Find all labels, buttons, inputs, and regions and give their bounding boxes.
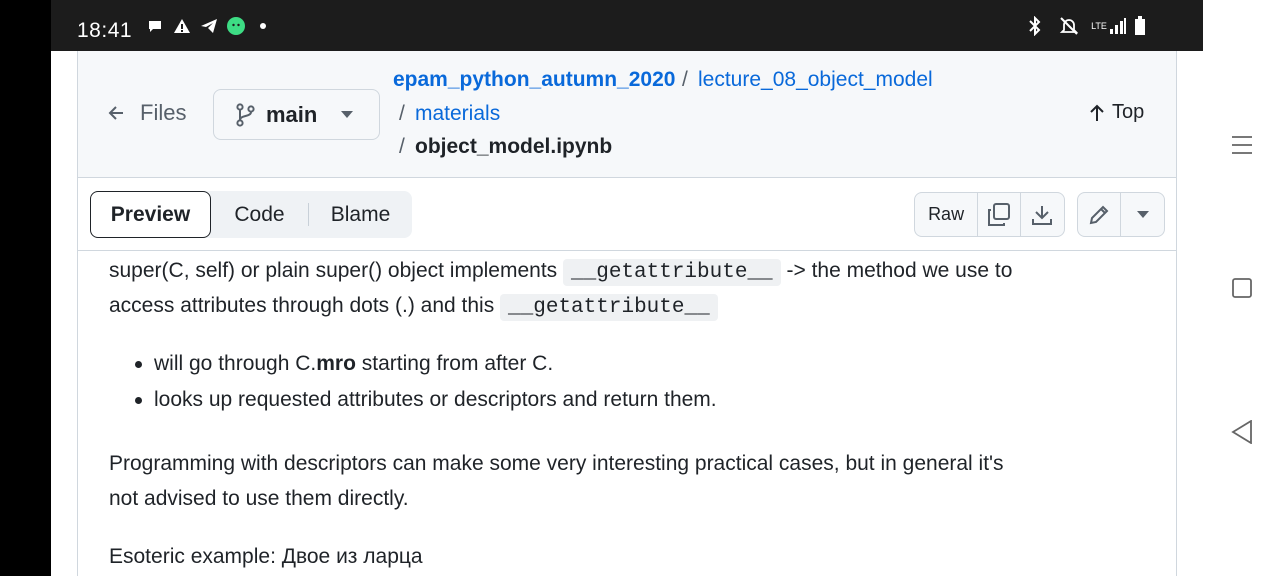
paragraph-line: Esoteric example: Двое из ларца: [109, 545, 423, 568]
text: starting from after C.: [361, 352, 554, 375]
copy-icon: [987, 202, 1010, 226]
triangle-back-icon[interactable]: [1231, 419, 1253, 449]
telegram-icon: [200, 16, 218, 36]
arrow-left-icon: [108, 106, 123, 120]
square-icon[interactable]: [1232, 278, 1252, 303]
tab-preview[interactable]: Preview: [90, 191, 211, 238]
branch-selector-button[interactable]: main: [213, 89, 380, 140]
dot-icon: [259, 16, 267, 36]
copy-button[interactable]: [978, 193, 1021, 236]
text: -> the method we use to: [786, 259, 1013, 282]
paragraph-line: access attributes through dots (.) and t…: [109, 288, 718, 325]
status-time: 18:41: [77, 19, 133, 42]
edit-button[interactable]: [1078, 193, 1122, 236]
paragraph-line: super(C, self) or plain super() object i…: [109, 253, 1012, 290]
arrow-up-icon: [1090, 104, 1104, 121]
bold-text: mro: [316, 352, 356, 375]
files-back-link[interactable]: Files: [106, 100, 186, 126]
tab-blame[interactable]: Blame: [309, 191, 412, 238]
lte-label: LTE: [1091, 20, 1107, 31]
signal-icon: [1109, 16, 1127, 36]
inline-code: __getattribute__: [500, 294, 718, 321]
caret-down-icon: [1136, 210, 1149, 218]
raw-button[interactable]: Raw: [915, 193, 979, 236]
bluetooth-icon: [1027, 16, 1043, 36]
breadcrumb-repo-link[interactable]: epam_python_autumn_2020: [393, 68, 675, 92]
inline-code: __getattribute__: [563, 259, 781, 286]
page: Files main epam_python_autumn_2020 / lec…: [51, 51, 1203, 576]
caret-down-icon: [341, 110, 354, 118]
text: super(C, self) or plain super() object i…: [109, 259, 558, 282]
paragraph-line: Programming with descriptors can make so…: [109, 452, 1004, 475]
edit-more-dropdown[interactable]: [1121, 193, 1164, 236]
view-mode-tabs: Preview Code Blame: [90, 191, 412, 238]
download-button[interactable]: [1021, 193, 1064, 236]
breadcrumb-folder-link[interactable]: lecture_08_object_model: [698, 68, 933, 92]
breadcrumb-materials-link[interactable]: materials: [415, 102, 500, 126]
battery-icon: [1134, 16, 1146, 36]
branch-name: main: [266, 101, 318, 127]
text: looks up requested attributes or descrip…: [154, 388, 717, 411]
warning-icon: [173, 16, 191, 36]
android-nav-bar: [1203, 0, 1280, 576]
menu-lines-icon[interactable]: [1231, 135, 1253, 160]
edit-actions-group: [1077, 192, 1165, 237]
top-link[interactable]: Top: [1088, 101, 1144, 124]
branch-icon: [236, 102, 255, 127]
file-toolbar: Preview Code Blame Raw: [78, 178, 1176, 251]
android-app-icon: [227, 16, 245, 36]
files-label: Files: [140, 100, 187, 125]
chat-bubble-icon: [147, 16, 163, 36]
file-actions-group: Raw: [914, 192, 1065, 237]
text: will go through C.: [154, 352, 317, 375]
tab-code[interactable]: Code: [211, 191, 308, 238]
list-item: looks up requested attributes or descrip…: [109, 382, 717, 417]
download-icon: [1032, 205, 1053, 225]
list-item: will go through C.mro starting from afte…: [109, 346, 553, 381]
text: access attributes through dots (.) and t…: [109, 294, 495, 317]
breadcrumb-separator: /: [399, 102, 405, 125]
pencil-icon: [1089, 205, 1109, 224]
file-header: Files main epam_python_autumn_2020 / lec…: [78, 51, 1176, 178]
top-label: Top: [1112, 101, 1145, 123]
left-black-strip: [0, 0, 51, 576]
breadcrumb-separator: /: [399, 135, 405, 158]
breadcrumb-separator: /: [682, 68, 688, 91]
breadcrumb-current-file: object_model.ipynb: [415, 135, 613, 158]
status-bar: 18:41 LTE: [51, 0, 1203, 51]
muted-bell-icon: [1059, 16, 1079, 36]
paragraph-line: not advised to use them directly.: [109, 487, 409, 510]
